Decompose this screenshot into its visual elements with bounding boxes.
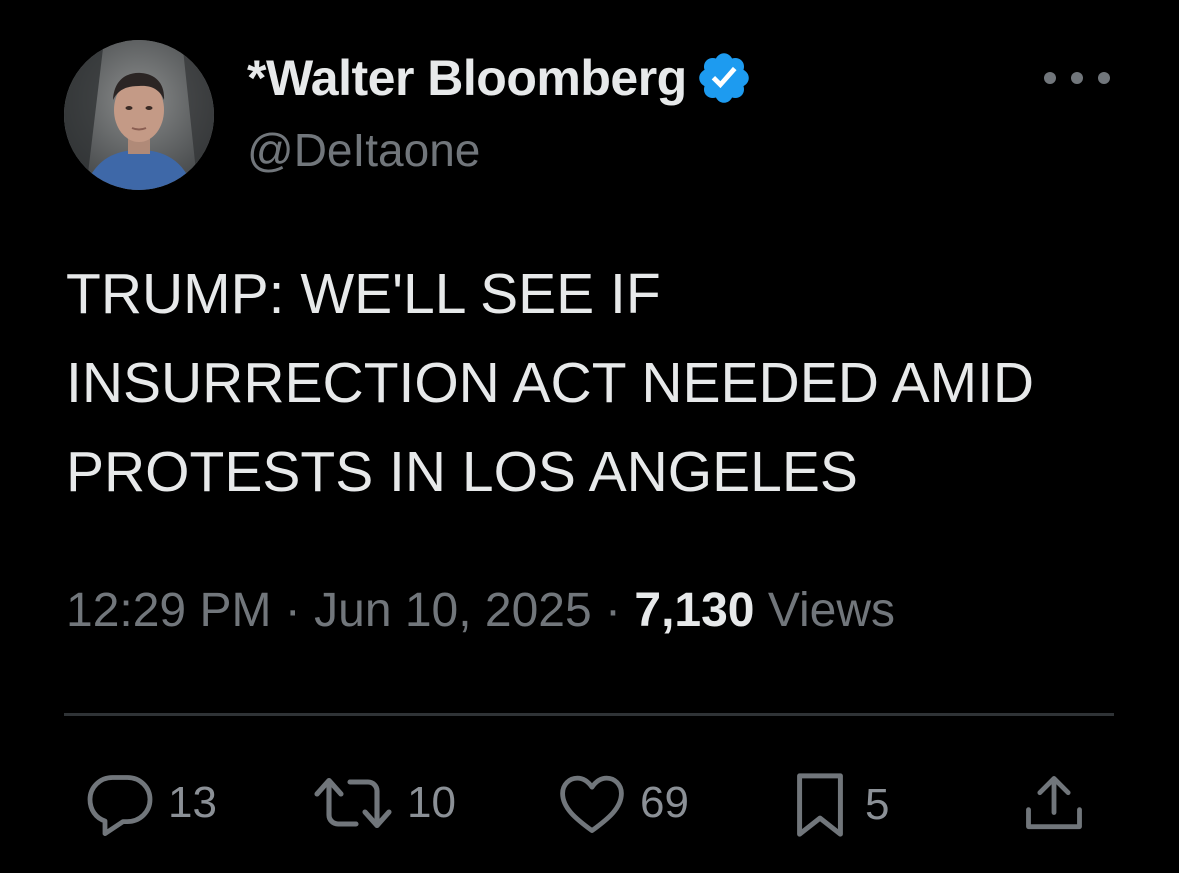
- bookmark-button[interactable]: 5: [787, 770, 889, 840]
- meta-separator: ·: [284, 584, 315, 637]
- meta-separator: ·: [605, 584, 635, 637]
- like-icon: [556, 770, 628, 836]
- tweet-text: TRUMP: WE'LL SEE IF INSURRECTION ACT NEE…: [66, 250, 1146, 517]
- tweet-card: *Walter Bloomberg @DeItaone TRUMP: WE'LL…: [0, 0, 1179, 873]
- more-dot: [1098, 72, 1110, 84]
- share-button[interactable]: [1020, 770, 1088, 838]
- bookmark-icon: [787, 770, 853, 840]
- bookmark-count: 5: [865, 780, 890, 829]
- reply-count: 13: [168, 778, 217, 827]
- tweet-text-line: PROTESTS IN LOS ANGELES: [66, 440, 858, 504]
- retweet-button[interactable]: 10: [311, 770, 456, 836]
- tweet-metadata: 12:29 PM · Jun 10, 2025 · 7,130 Views: [66, 583, 895, 638]
- verified-badge-icon[interactable]: [695, 49, 753, 107]
- author-display-name[interactable]: *Walter Bloomberg: [247, 49, 687, 107]
- like-count: 69: [640, 778, 689, 827]
- action-bar: 13 10 69 5: [0, 770, 1179, 846]
- views-count[interactable]: 7,130: [634, 584, 754, 637]
- avatar[interactable]: [64, 40, 214, 190]
- more-icon[interactable]: [1044, 60, 1110, 96]
- retweet-count: 10: [407, 778, 456, 827]
- tweet-time[interactable]: 12:29 PM: [66, 584, 271, 637]
- author-name-row: *Walter Bloomberg: [247, 46, 753, 110]
- retweet-icon: [311, 770, 395, 836]
- tweet-text-line: TRUMP: WE'LL SEE IF: [66, 262, 661, 326]
- share-icon: [1020, 770, 1088, 838]
- author-handle[interactable]: @DeItaone: [247, 123, 480, 177]
- views-label: Views: [767, 584, 896, 637]
- more-dot: [1044, 72, 1056, 84]
- reply-icon: [84, 770, 156, 836]
- like-button[interactable]: 69: [556, 770, 689, 836]
- tweet-date[interactable]: Jun 10, 2025: [314, 584, 592, 637]
- more-dot: [1071, 72, 1083, 84]
- tweet-text-line: INSURRECTION ACT NEEDED AMID: [66, 351, 1035, 415]
- reply-button[interactable]: 13: [84, 770, 217, 836]
- avatar-image: [64, 40, 214, 190]
- divider: [64, 713, 1114, 716]
